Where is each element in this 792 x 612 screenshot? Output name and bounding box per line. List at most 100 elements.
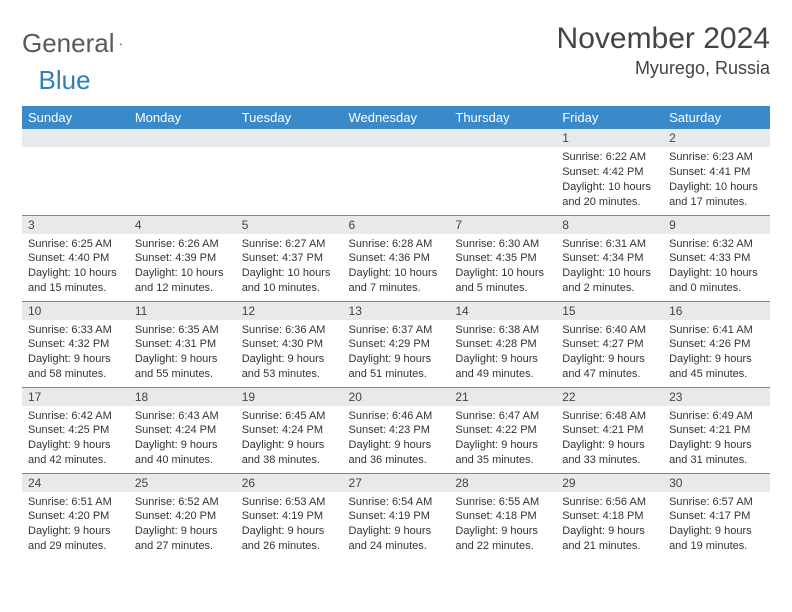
title-block: November 2024 Myurego, Russia: [557, 22, 770, 79]
daylight-line: Daylight: 9 hours and 53 minutes.: [242, 352, 337, 382]
day-number: 8: [556, 216, 663, 234]
day-number: 27: [343, 474, 450, 492]
sunrise-line: Sunrise: 6:47 AM: [455, 409, 550, 424]
day-number: 26: [236, 474, 343, 492]
day-number: 4: [129, 216, 236, 234]
day-number: 30: [663, 474, 770, 492]
day-number: 11: [129, 302, 236, 320]
day-details: Sunrise: 6:51 AMSunset: 4:20 PMDaylight:…: [22, 492, 129, 558]
day-number: 1: [556, 129, 663, 147]
day-cell-12: 12Sunrise: 6:36 AMSunset: 4:30 PMDayligh…: [236, 301, 343, 387]
sunrise-line: Sunrise: 6:48 AM: [562, 409, 657, 424]
weekday-friday: Friday: [556, 106, 663, 129]
sunrise-line: Sunrise: 6:27 AM: [242, 237, 337, 252]
day-cell-29: 29Sunrise: 6:56 AMSunset: 4:18 PMDayligh…: [556, 473, 663, 559]
sunset-line: Sunset: 4:37 PM: [242, 251, 337, 266]
day-number: 20: [343, 388, 450, 406]
day-number: 21: [449, 388, 556, 406]
sunset-line: Sunset: 4:41 PM: [669, 165, 764, 180]
sunrise-line: Sunrise: 6:33 AM: [28, 323, 123, 338]
day-number: 18: [129, 388, 236, 406]
sunset-line: Sunset: 4:29 PM: [349, 337, 444, 352]
day-number: 7: [449, 216, 556, 234]
sunset-line: Sunset: 4:23 PM: [349, 423, 444, 438]
day-number: 12: [236, 302, 343, 320]
daylight-line: Daylight: 9 hours and 45 minutes.: [669, 352, 764, 382]
daylight-line: Daylight: 9 hours and 33 minutes.: [562, 438, 657, 468]
day-details: Sunrise: 6:46 AMSunset: 4:23 PMDaylight:…: [343, 406, 450, 472]
day-cell-2: 2Sunrise: 6:23 AMSunset: 4:41 PMDaylight…: [663, 129, 770, 215]
sail-icon: [119, 33, 122, 55]
sunrise-line: Sunrise: 6:49 AM: [669, 409, 764, 424]
weekday-header: SundayMondayTuesdayWednesdayThursdayFrid…: [22, 106, 770, 129]
day-details: Sunrise: 6:30 AMSunset: 4:35 PMDaylight:…: [449, 234, 556, 300]
day-number: 10: [22, 302, 129, 320]
sunrise-line: Sunrise: 6:56 AM: [562, 495, 657, 510]
daylight-line: Daylight: 9 hours and 31 minutes.: [669, 438, 764, 468]
daylight-line: Daylight: 9 hours and 47 minutes.: [562, 352, 657, 382]
day-details: Sunrise: 6:40 AMSunset: 4:27 PMDaylight:…: [556, 320, 663, 386]
day-cell-19: 19Sunrise: 6:45 AMSunset: 4:24 PMDayligh…: [236, 387, 343, 473]
weekday-sunday: Sunday: [22, 106, 129, 129]
daylight-line: Daylight: 9 hours and 36 minutes.: [349, 438, 444, 468]
daylight-line: Daylight: 9 hours and 42 minutes.: [28, 438, 123, 468]
daylight-line: Daylight: 9 hours and 19 minutes.: [669, 524, 764, 554]
sunrise-line: Sunrise: 6:46 AM: [349, 409, 444, 424]
day-details: Sunrise: 6:33 AMSunset: 4:32 PMDaylight:…: [22, 320, 129, 386]
day-details: Sunrise: 6:38 AMSunset: 4:28 PMDaylight:…: [449, 320, 556, 386]
day-number: 22: [556, 388, 663, 406]
sunset-line: Sunset: 4:19 PM: [349, 509, 444, 524]
day-details: Sunrise: 6:41 AMSunset: 4:26 PMDaylight:…: [663, 320, 770, 386]
daylight-line: Daylight: 9 hours and 27 minutes.: [135, 524, 230, 554]
day-cell-26: 26Sunrise: 6:53 AMSunset: 4:19 PMDayligh…: [236, 473, 343, 559]
day-details: Sunrise: 6:54 AMSunset: 4:19 PMDaylight:…: [343, 492, 450, 558]
sunset-line: Sunset: 4:39 PM: [135, 251, 230, 266]
sunrise-line: Sunrise: 6:38 AM: [455, 323, 550, 338]
day-number: 2: [663, 129, 770, 147]
day-details: Sunrise: 6:25 AMSunset: 4:40 PMDaylight:…: [22, 234, 129, 300]
day-cell-14: 14Sunrise: 6:38 AMSunset: 4:28 PMDayligh…: [449, 301, 556, 387]
day-details: Sunrise: 6:27 AMSunset: 4:37 PMDaylight:…: [236, 234, 343, 300]
sunset-line: Sunset: 4:24 PM: [135, 423, 230, 438]
day-details: Sunrise: 6:22 AMSunset: 4:42 PMDaylight:…: [556, 147, 663, 213]
day-cell-22: 22Sunrise: 6:48 AMSunset: 4:21 PMDayligh…: [556, 387, 663, 473]
sunrise-line: Sunrise: 6:32 AM: [669, 237, 764, 252]
brand-logo: General: [22, 22, 143, 59]
sunset-line: Sunset: 4:40 PM: [28, 251, 123, 266]
day-cell-empty: [343, 129, 450, 215]
sunset-line: Sunset: 4:32 PM: [28, 337, 123, 352]
day-number: 16: [663, 302, 770, 320]
day-details: Sunrise: 6:26 AMSunset: 4:39 PMDaylight:…: [129, 234, 236, 300]
sunrise-line: Sunrise: 6:36 AM: [242, 323, 337, 338]
day-cell-3: 3Sunrise: 6:25 AMSunset: 4:40 PMDaylight…: [22, 215, 129, 301]
sunset-line: Sunset: 4:24 PM: [242, 423, 337, 438]
daylight-line: Daylight: 9 hours and 38 minutes.: [242, 438, 337, 468]
day-details: Sunrise: 6:23 AMSunset: 4:41 PMDaylight:…: [663, 147, 770, 213]
day-details: Sunrise: 6:49 AMSunset: 4:21 PMDaylight:…: [663, 406, 770, 472]
sunset-line: Sunset: 4:20 PM: [135, 509, 230, 524]
day-cell-7: 7Sunrise: 6:30 AMSunset: 4:35 PMDaylight…: [449, 215, 556, 301]
sunrise-line: Sunrise: 6:35 AM: [135, 323, 230, 338]
sunset-line: Sunset: 4:42 PM: [562, 165, 657, 180]
sunset-line: Sunset: 4:31 PM: [135, 337, 230, 352]
day-cell-6: 6Sunrise: 6:28 AMSunset: 4:36 PMDaylight…: [343, 215, 450, 301]
daylight-line: Daylight: 9 hours and 40 minutes.: [135, 438, 230, 468]
calendar-page: General November 2024 Myurego, Russia Ge…: [0, 0, 792, 569]
sunset-line: Sunset: 4:19 PM: [242, 509, 337, 524]
day-cell-empty: [129, 129, 236, 215]
day-cell-11: 11Sunrise: 6:35 AMSunset: 4:31 PMDayligh…: [129, 301, 236, 387]
day-cell-21: 21Sunrise: 6:47 AMSunset: 4:22 PMDayligh…: [449, 387, 556, 473]
day-number: 29: [556, 474, 663, 492]
day-details: Sunrise: 6:45 AMSunset: 4:24 PMDaylight:…: [236, 406, 343, 472]
daylight-line: Daylight: 10 hours and 15 minutes.: [28, 266, 123, 296]
sunset-line: Sunset: 4:18 PM: [562, 509, 657, 524]
day-cell-5: 5Sunrise: 6:27 AMSunset: 4:37 PMDaylight…: [236, 215, 343, 301]
day-details: Sunrise: 6:36 AMSunset: 4:30 PMDaylight:…: [236, 320, 343, 386]
day-details: Sunrise: 6:53 AMSunset: 4:19 PMDaylight:…: [236, 492, 343, 558]
sunrise-line: Sunrise: 6:57 AM: [669, 495, 764, 510]
day-number: 24: [22, 474, 129, 492]
calendar-body: 1Sunrise: 6:22 AMSunset: 4:42 PMDaylight…: [22, 129, 770, 559]
daylight-line: Daylight: 9 hours and 35 minutes.: [455, 438, 550, 468]
sunset-line: Sunset: 4:33 PM: [669, 251, 764, 266]
sunset-line: Sunset: 4:28 PM: [455, 337, 550, 352]
